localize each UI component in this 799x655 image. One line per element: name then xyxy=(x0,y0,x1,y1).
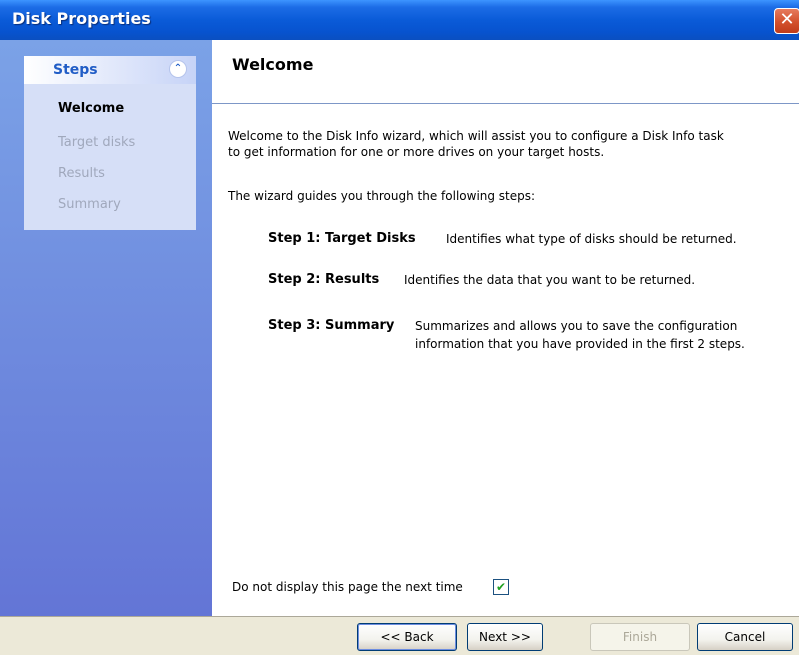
page-title: Welcome xyxy=(232,55,314,74)
finish-button: Finish xyxy=(590,623,690,651)
intro-line-1: Welcome to the Disk Info wizard, which w… xyxy=(228,129,724,143)
sidebar-item-target-disks: Target disks xyxy=(58,135,136,150)
step-1-label: Step 1: Target Disks xyxy=(268,231,416,246)
cancel-button[interactable]: Cancel xyxy=(697,623,793,651)
step-3-desc-line-1: Summarizes and allows you to save the co… xyxy=(415,319,738,333)
guide-text: The wizard guides you through the follow… xyxy=(228,189,536,203)
close-button[interactable]: ✕ xyxy=(774,8,799,34)
sidebar-item-summary: Summary xyxy=(58,197,121,212)
back-button[interactable]: << Back xyxy=(357,623,457,651)
steps-panel-title: Steps xyxy=(53,62,98,78)
dont-show-checkbox[interactable]: ✔ xyxy=(493,579,509,595)
main-header: Welcome xyxy=(212,40,799,104)
window-title: Disk Properties xyxy=(12,9,151,28)
sidebar-item-welcome[interactable]: Welcome xyxy=(58,101,124,116)
sidebar-item-results: Results xyxy=(58,166,105,181)
intro-line-2: to get information for one or more drive… xyxy=(228,145,605,159)
step-3-desc-line-2: information that you have provided in th… xyxy=(415,337,745,351)
collapse-chevron-icon[interactable]: ⌃ xyxy=(169,60,187,78)
step-1-desc: Identifies what type of disks should be … xyxy=(446,232,737,246)
step-3-label: Step 3: Summary xyxy=(268,318,395,333)
step-2-desc: Identifies the data that you want to be … xyxy=(404,273,696,287)
next-button[interactable]: Next >> xyxy=(467,623,543,651)
dont-show-label: Do not display this page the next time xyxy=(232,580,463,594)
step-2-label: Step 2: Results xyxy=(268,272,380,287)
window-titlebar: Disk Properties ✕ xyxy=(0,0,799,40)
steps-panel-header[interactable]: Steps ⌃ xyxy=(24,56,196,84)
intro-text: Welcome to the Disk Info wizard, which w… xyxy=(228,128,724,160)
